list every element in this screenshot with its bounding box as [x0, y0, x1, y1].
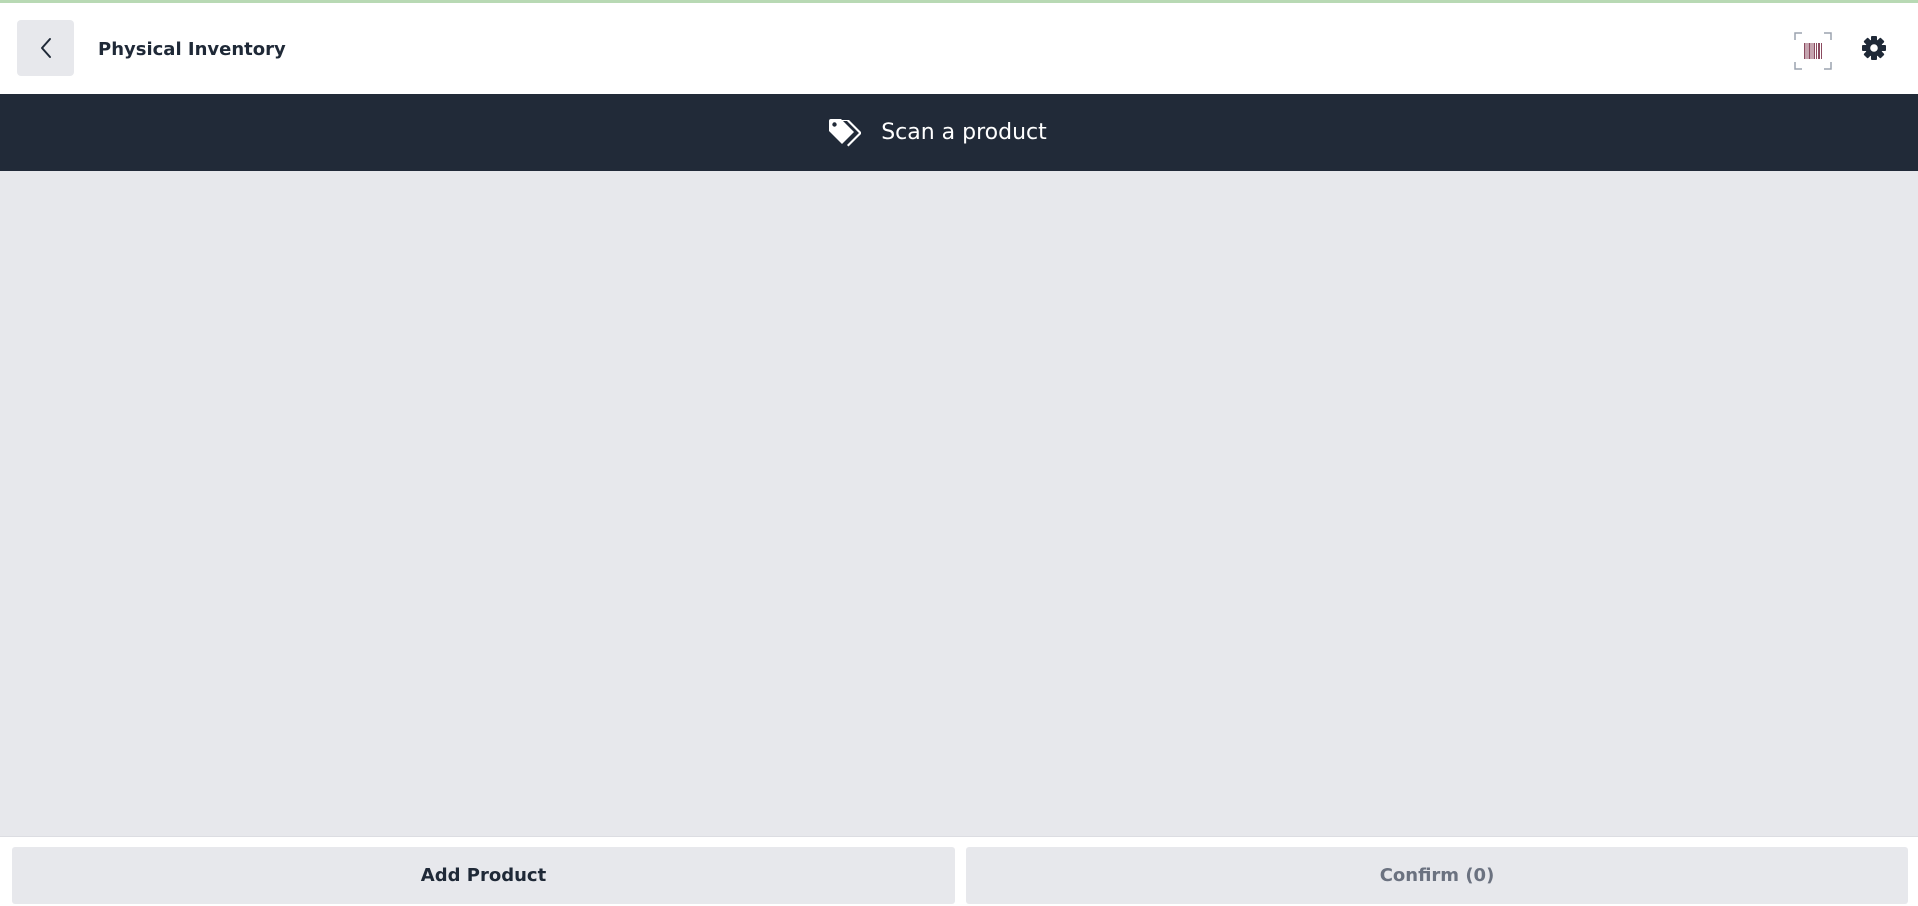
back-button[interactable] — [17, 20, 74, 76]
footer-actions: Add Product Confirm (0) — [0, 836, 1918, 906]
product-list-area — [0, 171, 1918, 836]
scan-instruction-banner: Scan a product — [0, 94, 1918, 171]
gear-icon — [1860, 34, 1888, 62]
barcode-scanner-button[interactable] — [1793, 31, 1833, 71]
tags-icon — [827, 118, 862, 148]
barcode-scanner-icon — [1793, 31, 1833, 71]
page-title: Physical Inventory — [98, 39, 286, 60]
chevron-left-icon — [39, 37, 53, 59]
add-product-button[interactable]: Add Product — [12, 847, 955, 904]
banner-text: Scan a product — [881, 119, 1047, 145]
header: Physical Inventory — [0, 3, 1918, 94]
inventory-app: Physical Inventory Scan a product Add Pr… — [0, 0, 1918, 906]
confirm-button[interactable]: Confirm (0) — [966, 847, 1908, 904]
settings-button[interactable] — [1860, 34, 1888, 62]
